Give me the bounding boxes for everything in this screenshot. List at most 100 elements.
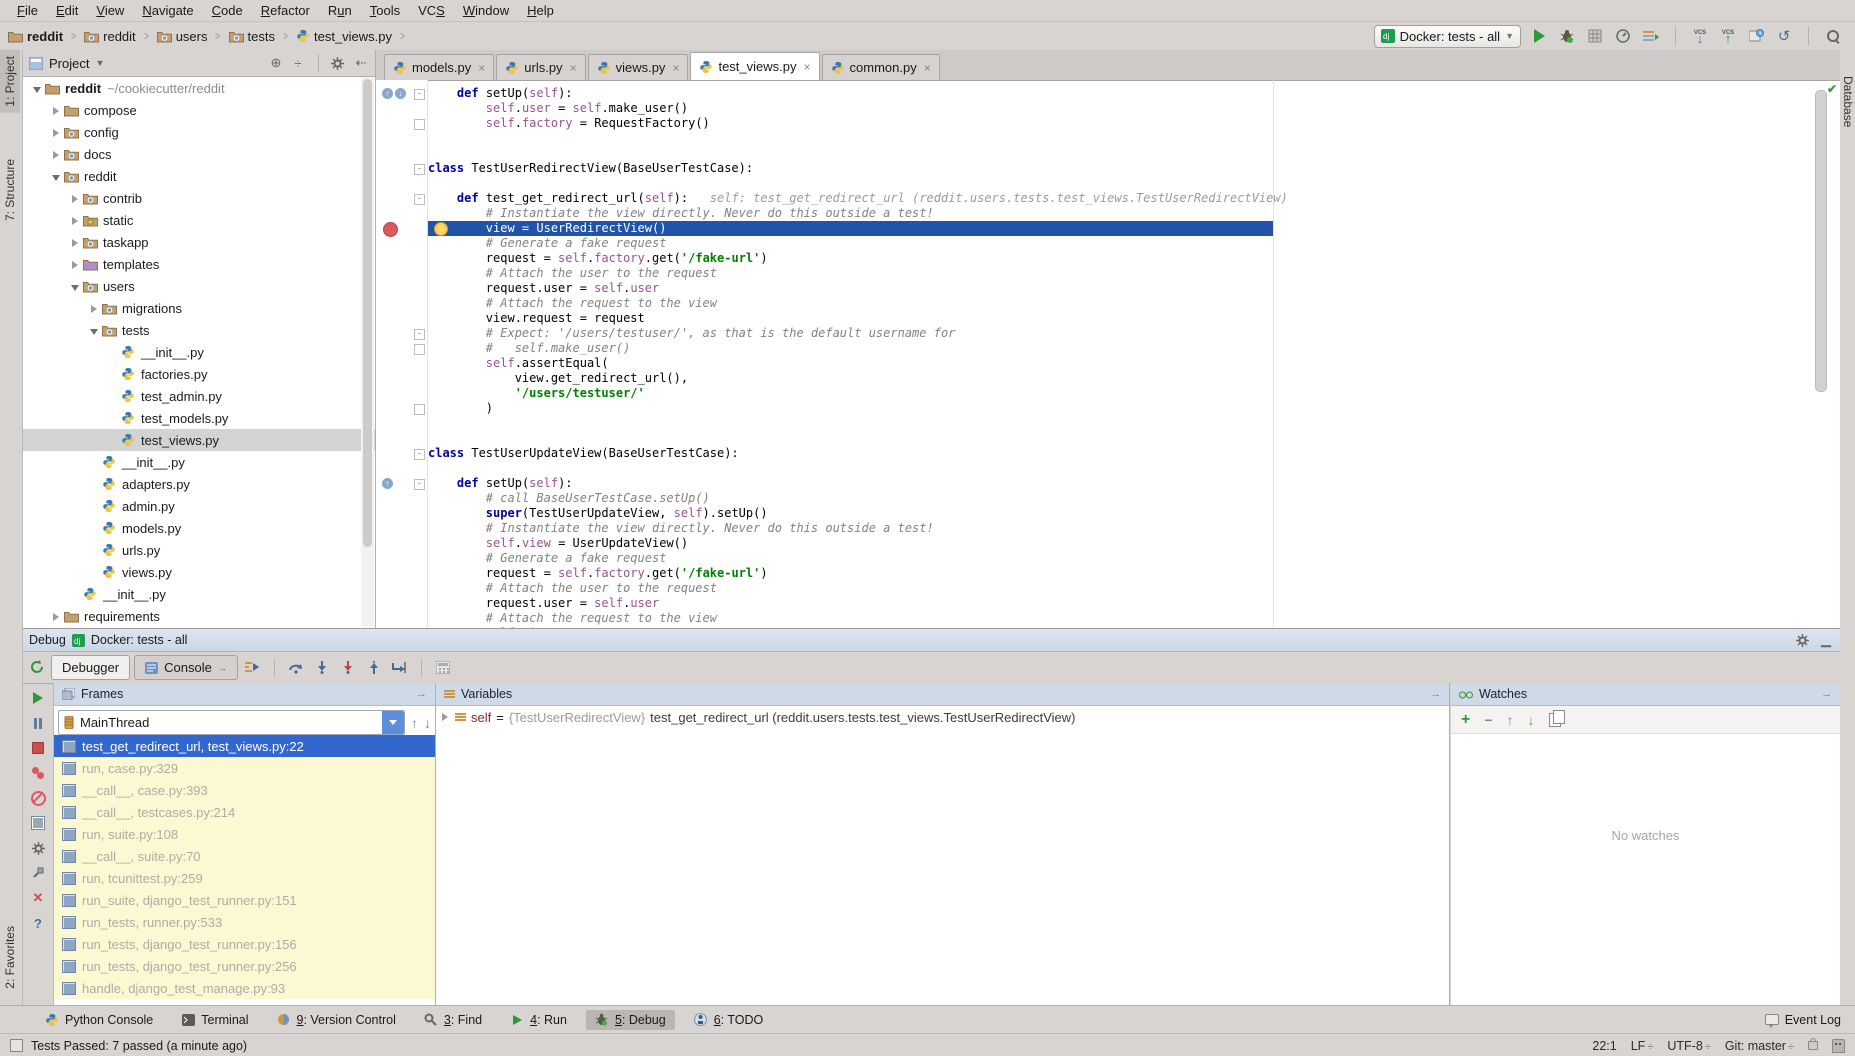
intention-bulb-icon[interactable] xyxy=(434,222,448,236)
close-tab-icon[interactable]: × xyxy=(478,61,485,75)
chevron-down-icon[interactable] xyxy=(382,711,404,734)
project-tree-scrollbar[interactable] xyxy=(361,77,374,627)
inspection-ok-icon[interactable]: ✔ xyxy=(1827,84,1838,95)
close-tab-icon[interactable]: × xyxy=(672,61,679,75)
fold-marker-icon[interactable] xyxy=(414,404,425,415)
encoding-widget[interactable]: UTF-8÷ xyxy=(1667,1039,1710,1053)
breadcrumb-item[interactable]: reddit xyxy=(82,29,138,44)
step-over-icon[interactable] xyxy=(285,658,307,678)
breadcrumb-item[interactable]: tests xyxy=(227,29,277,44)
close-tab-icon[interactable]: × xyxy=(570,61,577,75)
tree-item-admin.py[interactable]: admin.py xyxy=(23,495,375,517)
tree-item-reddit[interactable]: reddit xyxy=(23,165,375,187)
variable-row[interactable]: self = {TestUserRedirectView} test_get_r… xyxy=(436,706,1449,728)
tree-item-requirements[interactable]: requirements xyxy=(23,605,375,627)
fold-marker-icon[interactable]: - xyxy=(414,449,425,460)
line-separator-widget[interactable]: LF÷ xyxy=(1631,1039,1654,1053)
tree-item-config[interactable]: config xyxy=(23,121,375,143)
project-panel-title[interactable]: Project xyxy=(49,56,89,71)
tab-console[interactable]: Console → xyxy=(134,655,238,680)
code-editor[interactable]: def setUp(self): self.user = self.make_u… xyxy=(428,80,1810,628)
close-tab-icon[interactable]: × xyxy=(804,60,811,74)
pin-tab-button[interactable] xyxy=(30,866,46,880)
tree-item-taskapp[interactable]: taskapp xyxy=(23,231,375,253)
restore-layout-button[interactable] xyxy=(30,816,46,830)
overrides-method-icon[interactable]: ↑ xyxy=(382,88,393,99)
resume-button[interactable] xyxy=(30,691,46,705)
frame-row[interactable]: run, tcunittest.py:259 xyxy=(54,867,435,889)
fold-marker-icon[interactable]: - xyxy=(414,479,425,490)
tree-item-users[interactable]: users xyxy=(23,275,375,297)
force-step-into-icon[interactable] xyxy=(337,658,359,678)
locate-icon[interactable]: ⊕ xyxy=(268,55,284,71)
sidebar-tab-structure[interactable]: 7: Structure xyxy=(0,153,20,227)
toolwindow-button-9versioncontrol[interactable]: 9: Version Control xyxy=(268,1010,405,1030)
editor-tab-test_views.py[interactable]: test_views.py× xyxy=(690,52,819,80)
float-panel-icon[interactable]: → xyxy=(1821,688,1832,700)
float-panel-icon[interactable]: → xyxy=(416,688,427,700)
running-processes-button[interactable] xyxy=(1641,26,1661,46)
breadcrumb-item[interactable]: users xyxy=(155,29,210,44)
frame-row[interactable]: run_tests, runner.py:533 xyxy=(54,911,435,933)
sidebar-tab-favorites[interactable]: 2: Favorites xyxy=(0,920,20,995)
frame-row[interactable]: run, suite.py:108 xyxy=(54,823,435,845)
mute-breakpoints-button[interactable] xyxy=(30,791,46,805)
tree-item-test_views.py[interactable]: test_views.py xyxy=(23,429,375,451)
move-down-button[interactable]: ↓ xyxy=(1528,712,1535,728)
frame-down-button[interactable]: ↓ xyxy=(424,715,431,731)
menu-help[interactable]: Help xyxy=(518,2,563,19)
remove-watch-button[interactable]: − xyxy=(1484,712,1492,728)
toolwindow-button-3find[interactable]: 3: Find xyxy=(415,1010,491,1030)
editor-scrollbar[interactable] xyxy=(1814,86,1826,626)
menu-window[interactable]: Window xyxy=(454,2,518,19)
toolwindow-button-4run[interactable]: 4: Run xyxy=(501,1010,576,1030)
menu-tools[interactable]: Tools xyxy=(361,2,409,19)
step-into-icon[interactable] xyxy=(311,658,333,678)
editor-tab-urls.py[interactable]: urls.py× xyxy=(496,54,585,80)
help-button[interactable]: ? xyxy=(30,916,46,930)
tree-item-tests[interactable]: tests xyxy=(23,319,375,341)
frame-row[interactable]: run_tests, django_test_runner.py:156 xyxy=(54,933,435,955)
fold-marker-icon[interactable] xyxy=(414,119,425,130)
collapse-all-icon[interactable]: ÷ xyxy=(290,56,306,71)
gear-icon[interactable] xyxy=(331,57,347,70)
toolwindow-corner-icon[interactable] xyxy=(10,1039,23,1052)
profiler-button[interactable] xyxy=(1613,26,1633,46)
editor-tab-views.py[interactable]: views.py× xyxy=(588,54,689,80)
stop-button[interactable] xyxy=(30,741,46,755)
frame-row[interactable]: __call__, suite.py:70 xyxy=(54,845,435,867)
menu-vcs[interactable]: VCS xyxy=(409,2,454,19)
duplicate-watch-icon[interactable] xyxy=(1549,713,1561,727)
menu-file[interactable]: File xyxy=(8,2,47,19)
coverage-button[interactable] xyxy=(1585,26,1605,46)
close-button[interactable]: ✕ xyxy=(30,891,46,905)
fold-marker-icon[interactable]: - xyxy=(414,329,425,340)
hide-panel-icon[interactable]: ⇠ xyxy=(353,55,369,71)
tree-item-contrib[interactable]: contrib xyxy=(23,187,375,209)
editor-tab-models.py[interactable]: models.py× xyxy=(384,54,494,80)
tree-item-docs[interactable]: docs xyxy=(23,143,375,165)
frame-up-button[interactable]: ↑ xyxy=(411,715,418,731)
caret-position[interactable]: 22:1 xyxy=(1592,1039,1616,1053)
menu-code[interactable]: Code xyxy=(203,2,252,19)
show-execution-point-icon[interactable] xyxy=(242,658,264,678)
vcs-commit-button[interactable]: VCS↑ xyxy=(1718,26,1738,46)
tree-item-models.py[interactable]: models.py xyxy=(23,517,375,539)
close-tab-icon[interactable]: × xyxy=(924,61,931,75)
menu-navigate[interactable]: Navigate xyxy=(133,2,202,19)
tree-item-__init__.py[interactable]: __init__.py xyxy=(23,583,375,605)
fold-marker-icon[interactable] xyxy=(414,344,425,355)
toolwindow-button-6todo[interactable]: 6: TODO xyxy=(685,1010,773,1030)
add-watch-button[interactable]: + xyxy=(1461,711,1470,729)
gear-icon[interactable] xyxy=(1796,634,1812,647)
tree-item-migrations[interactable]: migrations xyxy=(23,297,375,319)
menu-run[interactable]: Run xyxy=(319,2,361,19)
tree-item-templates[interactable]: templates xyxy=(23,253,375,275)
fold-marker-icon[interactable]: - xyxy=(414,194,425,205)
menu-refactor[interactable]: Refactor xyxy=(252,2,319,19)
tree-item-factories.py[interactable]: factories.py xyxy=(23,363,375,385)
thread-select[interactable]: MainThread xyxy=(58,710,405,735)
readonly-lock-icon[interactable] xyxy=(1808,1041,1818,1050)
undo-button[interactable]: ↺ xyxy=(1774,26,1794,46)
frame-row[interactable]: test_get_redirect_url, test_views.py:22 xyxy=(54,735,435,757)
